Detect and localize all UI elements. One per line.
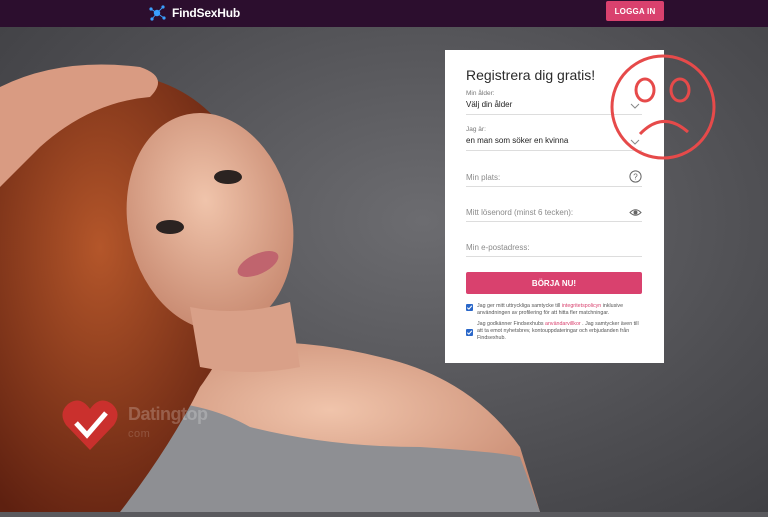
seeking-value: en man som söker en kvinna <box>466 136 569 145</box>
network-logo-icon <box>149 5 166 21</box>
seeking-label: Jag är: <box>466 126 486 133</box>
consent-text-part: Jag godkänner Findsexhubs <box>477 321 546 327</box>
consent-text-part: Jag ger mitt uttryckliga samtycke till <box>477 303 562 309</box>
sad-face-icon <box>610 54 716 160</box>
checkbox-checked-icon[interactable] <box>466 329 473 336</box>
eye-icon[interactable] <box>629 206 642 219</box>
privacy-policy-link[interactable]: integritetspolicyn <box>562 303 601 309</box>
password-input[interactable]: Mitt lösenord (minst 6 tecken): <box>466 205 642 222</box>
checkbox-checked-icon[interactable] <box>466 304 473 311</box>
age-label: Min ålder: <box>466 90 495 97</box>
watermark-subtext: com <box>128 428 151 440</box>
brand-name: FindSexHub <box>172 6 241 20</box>
privacy-consent-text: Jag ger mitt uttryckliga samtycke till i… <box>477 303 643 317</box>
email-input[interactable]: Min e-postadress: <box>466 240 642 257</box>
start-now-button[interactable]: BÖRJA NU! <box>466 272 642 294</box>
question-circle-icon[interactable]: ? <box>629 170 642 183</box>
age-value: Välj din ålder <box>466 100 513 109</box>
location-input[interactable]: Min plats: ? <box>466 170 642 187</box>
terms-consent: Jag godkänner Findsexhubs användarvillko… <box>466 321 644 345</box>
privacy-consent: Jag ger mitt uttryckliga samtycke till i… <box>466 303 644 319</box>
terms-of-use-link[interactable]: användarvillkor <box>545 321 581 327</box>
signup-title: Registrera dig gratis! <box>466 67 596 83</box>
terms-consent-text: Jag godkänner Findsexhubs användarvillko… <box>477 321 643 342</box>
location-placeholder: Min plats: <box>466 173 501 182</box>
password-placeholder: Mitt lösenord (minst 6 tecken): <box>466 208 574 217</box>
login-button[interactable]: LOGGA IN <box>606 1 664 21</box>
brand-logo[interactable]: FindSexHub <box>148 3 240 23</box>
svg-text:?: ? <box>633 172 638 181</box>
watermark-text: Datingtop <box>128 404 208 424</box>
email-placeholder: Min e-postadress: <box>466 243 530 252</box>
top-navigation-bar: FindSexHub LOGGA IN <box>0 0 768 27</box>
